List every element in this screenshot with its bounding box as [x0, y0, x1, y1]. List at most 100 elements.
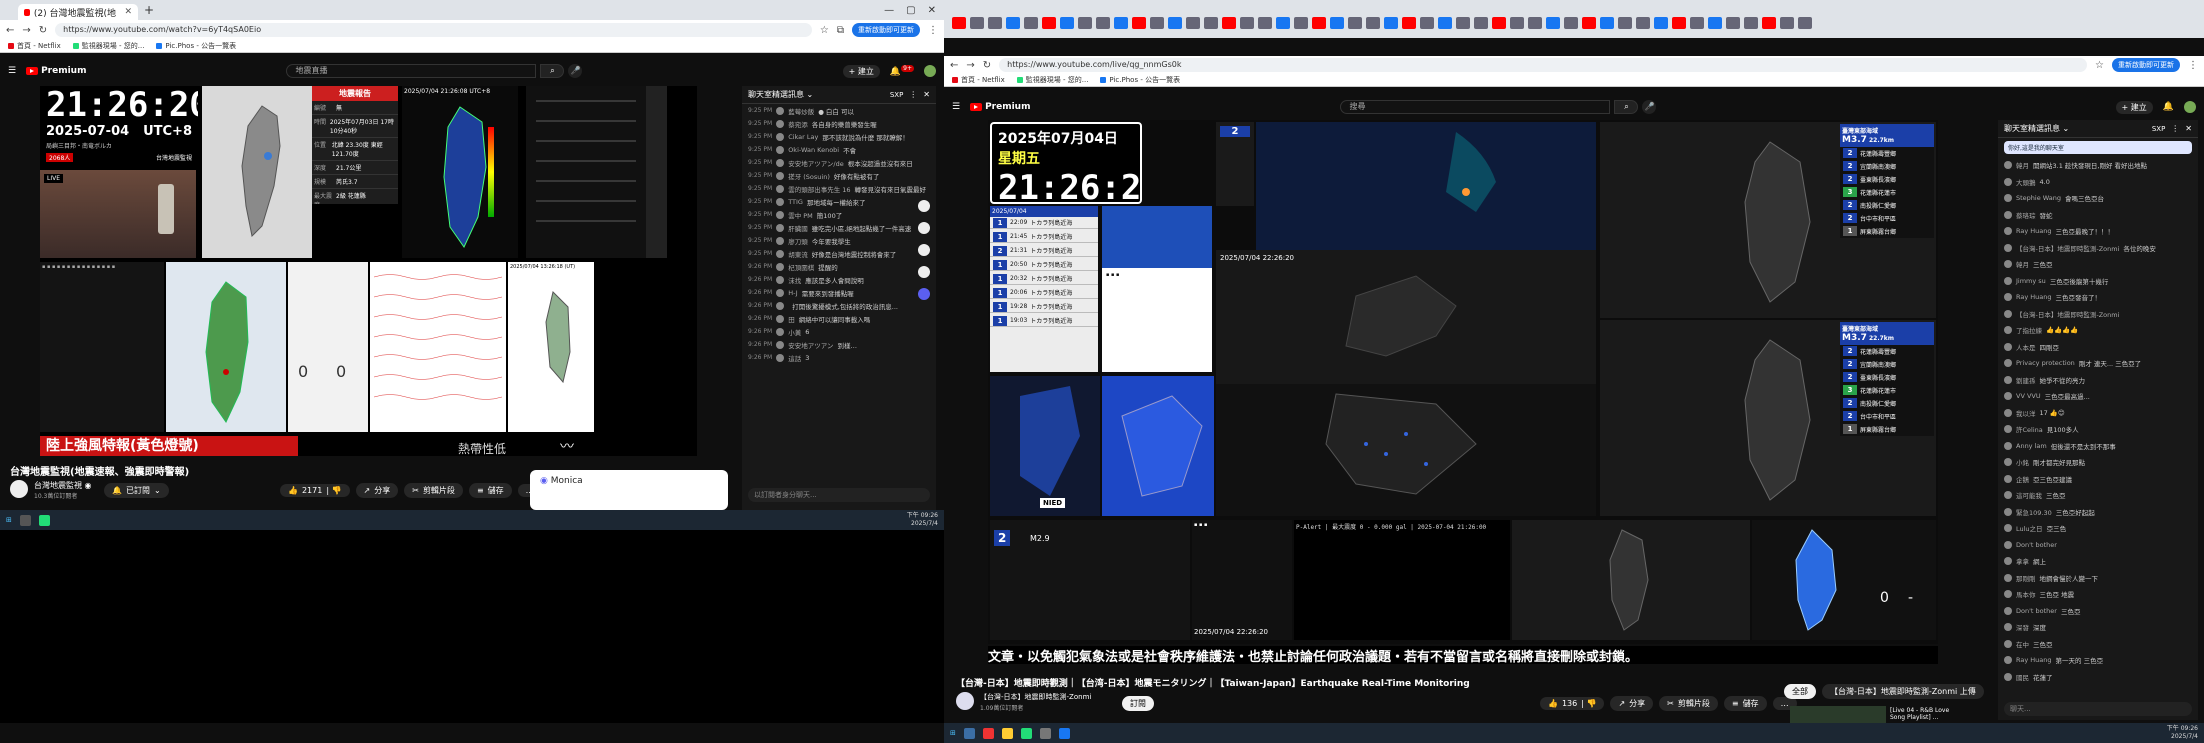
star-icon[interactable]: ☆ — [820, 25, 829, 36]
chat-filter[interactable]: 聊天室精選訊息 ⌄ — [2004, 123, 2069, 134]
rec-title[interactable]: [Live 04 - R&B Love Song Playlist] ... — [1890, 707, 1950, 721]
notifications-icon[interactable]: 🔔 9+ — [890, 65, 914, 77]
chat-close-icon[interactable]: ✕ — [923, 90, 930, 99]
browser-tab-favicon-icon[interactable] — [1564, 17, 1578, 29]
browser-tab-favicon-icon[interactable] — [1546, 17, 1560, 29]
search-input[interactable]: 地震直播 — [286, 64, 537, 78]
browser-tab-favicon-icon[interactable] — [1420, 17, 1434, 29]
create-button[interactable]: + 建立 — [2115, 100, 2153, 114]
browser-tab-favicon-icon[interactable] — [1402, 17, 1416, 29]
taskbar-app-icon[interactable] — [982, 727, 994, 739]
rail-button[interactable] — [918, 222, 930, 234]
minimize-icon[interactable]: — — [884, 5, 894, 16]
chat-menu-icon[interactable]: ⋮ — [909, 90, 917, 99]
url-field[interactable]: https://www.youtube.com/live/qg_nnmGs0k — [999, 58, 2088, 72]
browser-tab-favicon-icon[interactable] — [970, 17, 984, 29]
menu-icon[interactable]: ⋮ — [928, 25, 938, 36]
back-icon[interactable]: ← — [950, 60, 958, 71]
browser-tab-favicon-icon[interactable] — [1024, 17, 1038, 29]
like-button[interactable]: 👍 2171 | 👎 — [280, 484, 350, 497]
browser-tab-favicon-icon[interactable] — [1258, 17, 1272, 29]
taskbar-app-icon[interactable] — [1020, 727, 1032, 739]
browser-tab-favicon-icon[interactable] — [1762, 17, 1776, 29]
menu-icon[interactable]: ⋮ — [2188, 60, 2198, 71]
reload-icon[interactable]: ↻ — [39, 25, 47, 36]
browser-tab-favicon-icon[interactable] — [1150, 17, 1164, 29]
create-button[interactable]: + 建立 — [842, 64, 880, 78]
channel-avatar[interactable] — [956, 692, 974, 710]
chip-all[interactable]: 全部 — [1784, 684, 1816, 699]
save-button[interactable]: ≡ 儲存 — [468, 483, 512, 498]
browser-tab-favicon-icon[interactable] — [1186, 17, 1200, 29]
browser-tab-favicon-icon[interactable] — [1240, 17, 1254, 29]
taskbar-app-icon[interactable] — [1058, 727, 1070, 739]
browser-tab-favicon-icon[interactable] — [1654, 17, 1668, 29]
search-icon[interactable]: ⌕ — [540, 64, 565, 78]
browser-tab-favicon-icon[interactable] — [1294, 17, 1308, 29]
monica-widget[interactable]: ◉ Monica — [530, 470, 728, 510]
browser-tab-favicon-icon[interactable] — [1204, 17, 1218, 29]
back-icon[interactable]: ← — [6, 25, 14, 36]
task-view-icon[interactable] — [19, 514, 31, 526]
browser-tab-favicon-icon[interactable] — [1744, 17, 1758, 29]
rail-button[interactable] — [918, 244, 930, 256]
browser-tab-favicon-icon[interactable] — [1582, 17, 1596, 29]
extensions-icon[interactable]: ⧉ — [837, 25, 844, 36]
browser-tab-favicon-icon[interactable] — [1672, 17, 1686, 29]
chrome-taskbar-icon[interactable] — [38, 514, 50, 526]
subscribe-button[interactable]: 訂閱 — [1122, 696, 1154, 711]
taskbar-app-icon[interactable] — [1001, 727, 1013, 739]
share-button[interactable]: ↗ 分享 — [1610, 696, 1654, 711]
channel-avatar[interactable] — [10, 480, 28, 498]
avatar[interactable] — [2184, 101, 2196, 113]
close-window-icon[interactable]: ✕ — [928, 5, 936, 16]
chat-menu-icon[interactable]: ⋮ — [2171, 124, 2179, 133]
update-button[interactable]: 重新啟動即可更新 — [2112, 58, 2180, 72]
browser-tab-favicon-icon[interactable] — [1474, 17, 1488, 29]
hamburger-icon[interactable]: ☰ — [952, 102, 960, 112]
browser-tab-favicon-icon[interactable] — [1132, 17, 1146, 29]
chat-filter[interactable]: 聊天室精選訊息 ⌄ — [748, 89, 813, 100]
browser-tab-favicon-icon[interactable] — [1276, 17, 1290, 29]
browser-tab-favicon-icon[interactable] — [1384, 17, 1398, 29]
browser-tab-favicon-icon[interactable] — [1078, 17, 1092, 29]
rail-button[interactable] — [918, 266, 930, 278]
chat-input[interactable]: 聊天... — [2004, 702, 2192, 716]
browser-tab-favicon-icon[interactable] — [1636, 17, 1650, 29]
youtube-premium-logo[interactable]: Premium — [26, 66, 86, 76]
reload-icon[interactable]: ↻ — [983, 60, 991, 71]
share-button[interactable]: ↗ 分享 — [355, 483, 399, 498]
browser-tab-favicon-icon[interactable] — [1690, 17, 1704, 29]
browser-tab-favicon-icon[interactable] — [1114, 17, 1128, 29]
browser-tab-favicon-icon[interactable] — [952, 17, 966, 29]
youtube-premium-logo[interactable]: Premium — [970, 102, 1030, 112]
rail-button[interactable] — [918, 288, 930, 300]
video-player[interactable]: 2025年07月04日 星期五 21:26:20 2025/07/04 122:… — [988, 120, 1938, 644]
browser-tab-favicon-icon[interactable] — [1780, 17, 1794, 29]
bookmark-item[interactable]: 首頁 - Netflix — [8, 41, 61, 51]
browser-tab-favicon-icon[interactable] — [1798, 17, 1812, 29]
browser-tab-favicon-icon[interactable] — [1492, 17, 1506, 29]
notifications-icon[interactable]: 🔔 — [2163, 102, 2174, 112]
url-field[interactable]: https://www.youtube.com/watch?v=6yT4qSA0… — [55, 23, 812, 37]
browser-tab-favicon-icon[interactable] — [1366, 17, 1380, 29]
chip-channel[interactable]: 【台灣-日本】地震即時監測-Zonmi 上傳 — [1822, 684, 1984, 699]
like-button[interactable]: 👍 136 | 👎 — [1540, 697, 1605, 710]
browser-tab-favicon-icon[interactable] — [1006, 17, 1020, 29]
mic-icon[interactable]: 🎤 — [1642, 100, 1657, 114]
browser-tab-favicon-icon[interactable] — [1042, 17, 1056, 29]
save-button[interactable]: ≡ 儲存 — [1723, 696, 1767, 711]
browser-tab-favicon-icon[interactable] — [1312, 17, 1326, 29]
clip-button[interactable]: ✂ 剪輯片段 — [1659, 696, 1718, 711]
video-player[interactable]: 21:26:20 2025-07-04 UTC+8 局嶼三目邦・南竜ボルカ 206… — [40, 86, 697, 456]
update-button[interactable]: 重新啟動即可更新 — [852, 23, 920, 37]
bookmark-item[interactable]: Pic.Phos - 公告一覽表 — [1100, 75, 1180, 85]
chat-close-icon[interactable]: ✕ — [2185, 124, 2192, 133]
new-tab-icon[interactable]: + — [144, 3, 154, 17]
browser-tab-favicon-icon[interactable] — [1528, 17, 1542, 29]
close-tab-icon[interactable]: ✕ — [124, 7, 132, 17]
clip-button[interactable]: ✂ 剪輯片段 — [404, 483, 463, 498]
bookmark-item[interactable]: 監視器現場 - 您的... — [1016, 75, 1088, 85]
star-icon[interactable]: ☆ — [2095, 60, 2104, 71]
bookmark-item[interactable]: 首頁 - Netflix — [952, 75, 1005, 85]
